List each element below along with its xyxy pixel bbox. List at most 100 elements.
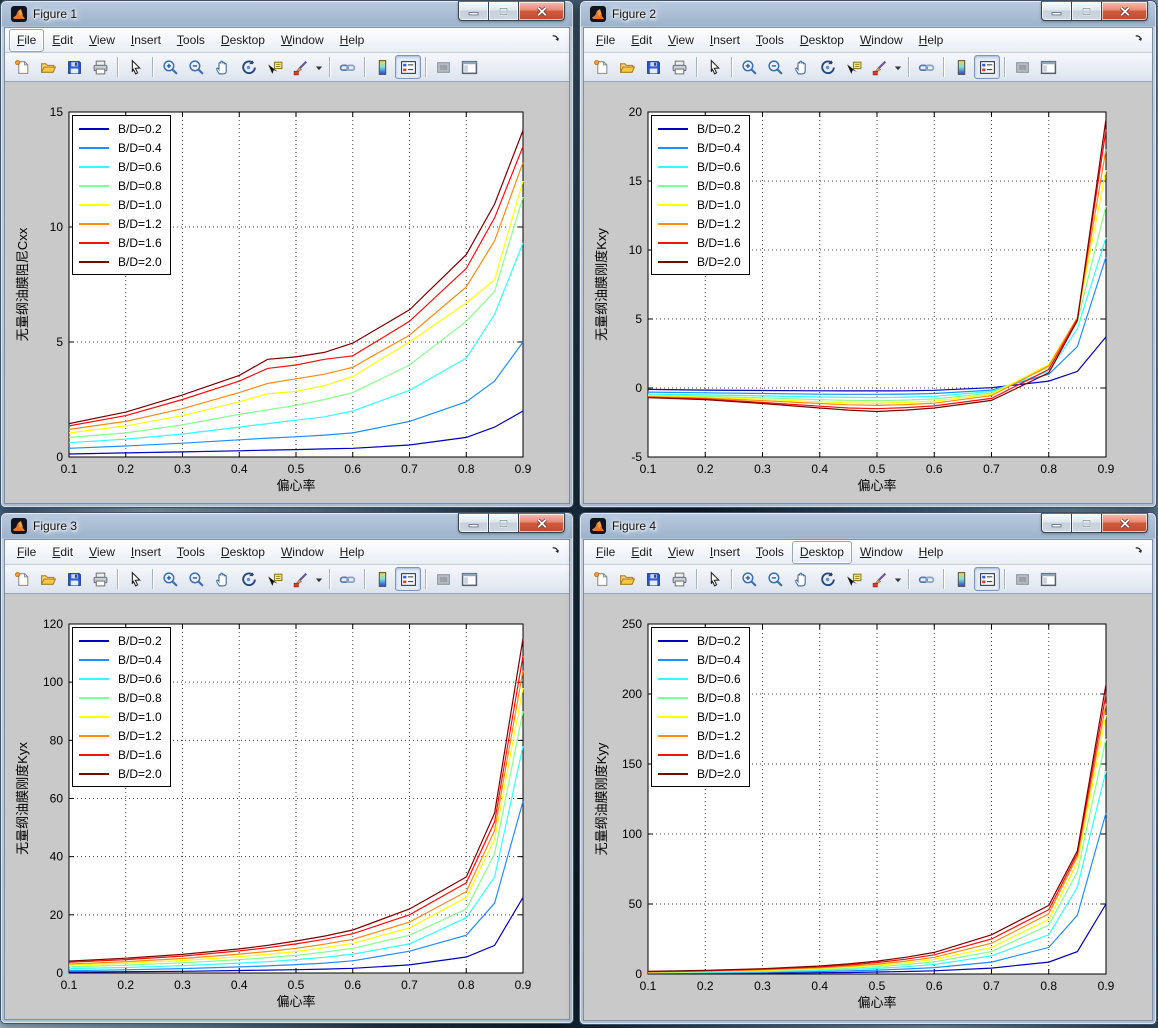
zoom-in-button[interactable] <box>736 55 762 79</box>
new-figure-button[interactable] <box>588 567 614 591</box>
close-button[interactable] <box>519 513 565 533</box>
menu-window[interactable]: Window <box>852 541 911 564</box>
menu-window[interactable]: Window <box>852 29 911 52</box>
menu-insert[interactable]: Insert <box>702 541 748 564</box>
zoom-out-button[interactable] <box>762 567 788 591</box>
data-cursor-button[interactable] <box>840 567 866 591</box>
menubar-overflow-arrow-icon[interactable] <box>1129 29 1148 51</box>
menu-tools[interactable]: Tools <box>748 541 792 564</box>
close-button[interactable] <box>1102 513 1148 533</box>
menu-insert[interactable]: Insert <box>123 541 169 564</box>
minimize-button[interactable] <box>458 513 488 533</box>
open-file-button[interactable] <box>614 567 640 591</box>
print-button[interactable] <box>87 567 113 591</box>
link-plot-button[interactable] <box>334 55 360 79</box>
hide-plot-tools-button[interactable] <box>1009 567 1035 591</box>
menu-tools[interactable]: Tools <box>748 29 792 52</box>
restore-button[interactable] <box>1071 513 1102 533</box>
menubar-overflow-arrow-icon[interactable] <box>546 29 565 51</box>
save-figure-button[interactable] <box>61 567 87 591</box>
edit-plot-button[interactable] <box>701 567 727 591</box>
pan-button[interactable] <box>788 55 814 79</box>
axes-area[interactable]: 0.10.20.30.40.50.60.70.80.9-505101520偏心率… <box>584 82 1152 503</box>
titlebar[interactable]: Figure 3 <box>1 513 573 539</box>
menu-help[interactable]: Help <box>332 29 373 52</box>
insert-legend-button[interactable] <box>974 55 1000 79</box>
data-cursor-button[interactable] <box>261 55 287 79</box>
show-plot-tools-button[interactable] <box>1035 55 1061 79</box>
legend[interactable]: B/D=0.2B/D=0.4B/D=0.6B/D=0.8B/D=1.0B/D=1… <box>72 627 171 787</box>
print-button[interactable] <box>666 567 692 591</box>
insert-colorbar-button[interactable] <box>948 55 974 79</box>
minimize-button[interactable] <box>1041 513 1071 533</box>
menu-tools[interactable]: Tools <box>169 541 213 564</box>
menu-desktop[interactable]: Desktop <box>213 29 273 52</box>
new-figure-button[interactable] <box>9 55 35 79</box>
menu-desktop[interactable]: Desktop <box>213 541 273 564</box>
print-button[interactable] <box>87 55 113 79</box>
menubar-overflow-arrow-icon[interactable] <box>1129 541 1148 563</box>
pan-button[interactable] <box>209 55 235 79</box>
titlebar[interactable]: Figure 4 <box>580 513 1156 539</box>
save-figure-button[interactable] <box>61 55 87 79</box>
menu-view[interactable]: View <box>660 29 702 52</box>
show-plot-tools-button[interactable] <box>456 55 482 79</box>
brush-dropdown-arrow[interactable] <box>313 567 325 591</box>
rotate-3d-button[interactable] <box>814 55 840 79</box>
menu-file[interactable]: File <box>588 29 623 52</box>
open-file-button[interactable] <box>35 55 61 79</box>
legend[interactable]: B/D=0.2B/D=0.4B/D=0.6B/D=0.8B/D=1.0B/D=1… <box>651 115 750 275</box>
open-file-button[interactable] <box>35 567 61 591</box>
menu-file[interactable]: File <box>9 29 44 52</box>
zoom-in-button[interactable] <box>157 55 183 79</box>
zoom-out-button[interactable] <box>183 55 209 79</box>
menu-edit[interactable]: Edit <box>623 29 660 52</box>
edit-plot-button[interactable] <box>701 55 727 79</box>
menu-tools[interactable]: Tools <box>169 29 213 52</box>
brush-dropdown-arrow[interactable] <box>892 55 904 79</box>
brush-dropdown-arrow[interactable] <box>892 567 904 591</box>
minimize-button[interactable] <box>1041 1 1071 21</box>
menu-desktop[interactable]: Desktop <box>792 29 852 52</box>
menu-help[interactable]: Help <box>332 541 373 564</box>
insert-legend-button[interactable] <box>395 55 421 79</box>
brush-button[interactable] <box>866 567 892 591</box>
edit-plot-button[interactable] <box>122 567 148 591</box>
menu-window[interactable]: Window <box>273 541 332 564</box>
restore-button[interactable] <box>488 1 519 21</box>
show-plot-tools-button[interactable] <box>1035 567 1061 591</box>
brush-button[interactable] <box>287 55 313 79</box>
restore-button[interactable] <box>1071 1 1102 21</box>
menu-edit[interactable]: Edit <box>44 29 81 52</box>
brush-button[interactable] <box>287 567 313 591</box>
brush-button[interactable] <box>866 55 892 79</box>
close-button[interactable] <box>519 1 565 21</box>
zoom-in-button[interactable] <box>736 567 762 591</box>
print-button[interactable] <box>666 55 692 79</box>
axes-area[interactable]: 0.10.20.30.40.50.60.70.80.90204060801001… <box>5 594 569 1019</box>
new-figure-button[interactable] <box>9 567 35 591</box>
zoom-out-button[interactable] <box>762 55 788 79</box>
axes-area[interactable]: 0.10.20.30.40.50.60.70.80.9051015偏心率无量纲油… <box>5 82 569 503</box>
link-plot-button[interactable] <box>913 55 939 79</box>
link-plot-button[interactable] <box>913 567 939 591</box>
edit-plot-button[interactable] <box>122 55 148 79</box>
pan-button[interactable] <box>788 567 814 591</box>
insert-legend-button[interactable] <box>974 567 1000 591</box>
menu-window[interactable]: Window <box>273 29 332 52</box>
rotate-3d-button[interactable] <box>235 567 261 591</box>
zoom-out-button[interactable] <box>183 567 209 591</box>
save-figure-button[interactable] <box>640 55 666 79</box>
legend[interactable]: B/D=0.2B/D=0.4B/D=0.6B/D=0.8B/D=1.0B/D=1… <box>72 115 171 275</box>
menu-insert[interactable]: Insert <box>123 29 169 52</box>
titlebar[interactable]: Figure 2 <box>580 1 1156 27</box>
hide-plot-tools-button[interactable] <box>430 567 456 591</box>
menu-help[interactable]: Help <box>911 29 952 52</box>
menu-view[interactable]: View <box>660 541 702 564</box>
menu-desktop[interactable]: Desktop <box>792 541 852 564</box>
restore-button[interactable] <box>488 513 519 533</box>
insert-colorbar-button[interactable] <box>948 567 974 591</box>
menu-help[interactable]: Help <box>911 541 952 564</box>
insert-legend-button[interactable] <box>395 567 421 591</box>
rotate-3d-button[interactable] <box>235 55 261 79</box>
